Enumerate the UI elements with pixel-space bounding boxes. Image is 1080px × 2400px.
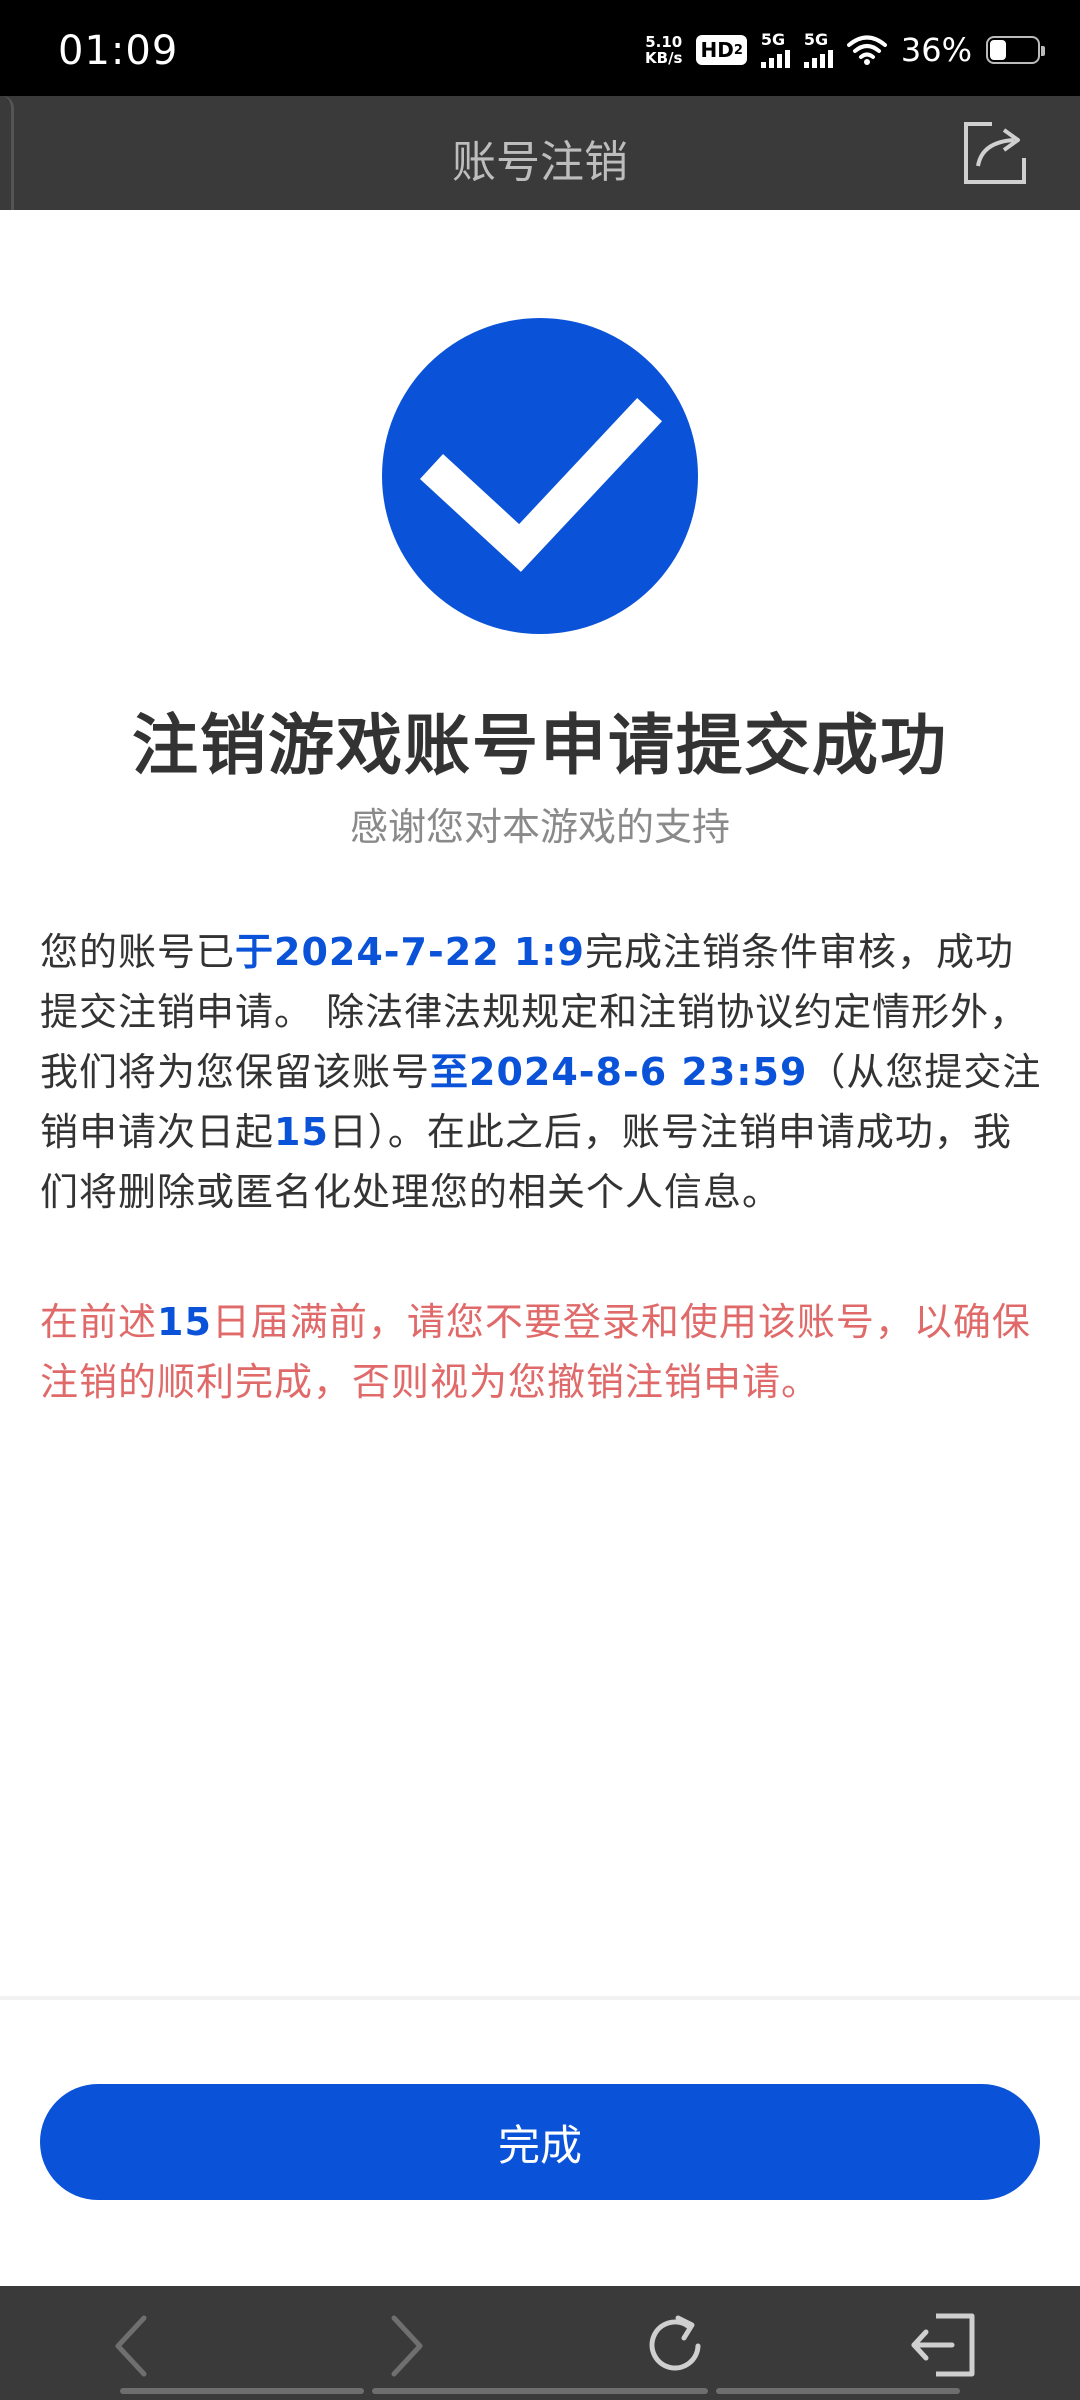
- success-subtitle: 感谢您对本游戏的支持: [349, 805, 730, 849]
- warning-days-highlight: 15: [157, 1300, 212, 1344]
- status-icons: 5.10 KB/s HD 2 5G 5G 36%: [645, 26, 1045, 74]
- done-button[interactable]: 完成: [40, 2084, 1040, 2200]
- battery-icon: [986, 36, 1045, 64]
- app-header: 账号注销: [0, 96, 1080, 210]
- network-speed-unit: KB/s: [645, 49, 683, 67]
- chevron-right-icon[interactable]: [370, 2310, 440, 2380]
- share-icon[interactable]: [962, 120, 1028, 186]
- home-indicator-right: [716, 2388, 960, 2394]
- refresh-icon[interactable]: [640, 2310, 710, 2380]
- home-indicator-center: [372, 2388, 708, 2394]
- hd-badge-label: HD: [700, 38, 734, 62]
- success-title: 注销游戏账号申请提交成功: [132, 707, 948, 784]
- warning-text-1: 在前述: [40, 1300, 158, 1344]
- signal-label-sim1: 5G: [760, 30, 786, 49]
- status-bar: 01:09 5.10 KB/s HD 2 5G 5G 36%: [0, 0, 1080, 96]
- exit-icon[interactable]: [908, 2310, 978, 2380]
- battery-percent: 36%: [900, 31, 972, 69]
- signal-icon-sim2: 5G: [803, 30, 833, 68]
- wifi-icon: [846, 34, 887, 66]
- hd-badge-sub: 2: [733, 42, 743, 58]
- cancellation-info-paragraph: 您的账号已于2024-7-22 1:9完成注销条件审核，成功提交注销申请。 除法…: [40, 922, 1050, 1222]
- check-circle-icon: [382, 318, 698, 634]
- retention-date-highlight: 至2024-8-6 23:59: [430, 1050, 808, 1094]
- signal-icon-sim1: 5G: [760, 30, 790, 68]
- warning-notice: 在前述15日届满前，请您不要登录和使用该账号，以确保注销的顺利完成，否则视为您撤…: [40, 1292, 1050, 1412]
- status-time: 01:09: [58, 28, 179, 74]
- retention-days-highlight: 15: [274, 1110, 329, 1154]
- signal-bars-sim1: [760, 48, 790, 68]
- battery-fill: [990, 40, 1007, 60]
- home-indicator-left: [120, 2388, 364, 2394]
- page-title: 账号注销: [452, 137, 628, 188]
- signal-label-sim2: 5G: [803, 30, 829, 49]
- hd-badge: HD 2: [696, 35, 747, 65]
- review-date-highlight: 于2024-7-22 1:9: [235, 930, 585, 974]
- network-speed-value: 5.10: [645, 33, 683, 51]
- paragraph-text-1: 您的账号已: [40, 930, 236, 974]
- signal-bars-sim2: [803, 48, 833, 68]
- browser-toolbar: [0, 2286, 1080, 2400]
- chevron-left-icon[interactable]: [100, 2310, 170, 2380]
- footer-divider: [0, 1996, 1080, 2000]
- network-speed: 5.10 KB/s: [645, 34, 682, 66]
